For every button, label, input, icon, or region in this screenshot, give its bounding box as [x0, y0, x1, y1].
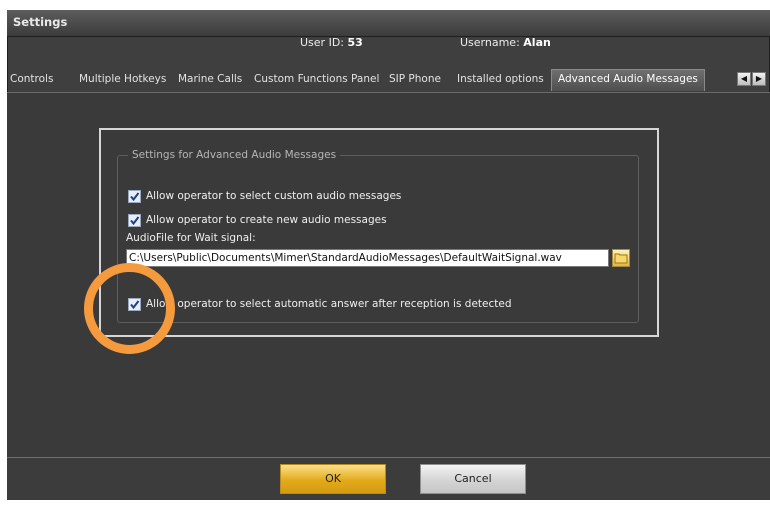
- ok-button[interactable]: OK: [280, 464, 386, 494]
- checkbox-label-select-custom-audio: Allow operator to select custom audio me…: [146, 190, 402, 202]
- tab-controls[interactable]: Controls: [10, 73, 53, 85]
- checkbox-label-automatic-answer: Allow operator to select automatic answe…: [146, 298, 512, 310]
- audio-file-label: AudioFile for Wait signal:: [126, 232, 256, 244]
- group-title: Settings for Advanced Audio Messages: [128, 149, 341, 161]
- window-title: Settings: [13, 15, 68, 29]
- user-id-label: User ID:: [300, 36, 344, 49]
- checkbox-select-custom-audio[interactable]: [128, 190, 141, 203]
- user-id: User ID: 53: [300, 36, 363, 49]
- tab-bar: Controls Multiple Hotkeys Marine Calls C…: [7, 69, 770, 93]
- username-label: Username:: [460, 36, 520, 49]
- arrow-right-icon[interactable]: ▶: [752, 72, 766, 86]
- audio-file-input[interactable]: C:\Users\Public\Documents\Mimer\Standard…: [126, 249, 609, 267]
- checkmark-icon: [130, 300, 140, 310]
- tab-multiple-hotkeys[interactable]: Multiple Hotkeys: [79, 73, 166, 85]
- checkmark-icon: [130, 216, 140, 226]
- checkmark-icon: [130, 192, 140, 202]
- tab-installed-options[interactable]: Installed options: [457, 73, 544, 85]
- dialog-footer: [7, 457, 770, 500]
- checkbox-create-audio[interactable]: [128, 214, 141, 227]
- tab-custom-functions-panel[interactable]: Custom Functions Panel: [254, 73, 379, 85]
- arrow-left-icon[interactable]: ◀: [737, 72, 751, 86]
- user-id-value: 53: [347, 36, 363, 49]
- tab-marine-calls[interactable]: Marine Calls: [178, 73, 242, 85]
- checkbox-automatic-answer[interactable]: [128, 298, 141, 311]
- checkbox-label-create-audio: Allow operator to create new audio messa…: [146, 214, 387, 226]
- cancel-button[interactable]: Cancel: [420, 464, 526, 494]
- tab-sip-phone[interactable]: SIP Phone: [389, 73, 441, 85]
- title-bar: Settings: [7, 10, 770, 37]
- username: Username: Alan: [460, 36, 551, 49]
- tab-advanced-audio-messages[interactable]: Advanced Audio Messages: [551, 69, 705, 91]
- folder-browse-icon[interactable]: [612, 249, 630, 267]
- username-value: Alan: [523, 36, 551, 49]
